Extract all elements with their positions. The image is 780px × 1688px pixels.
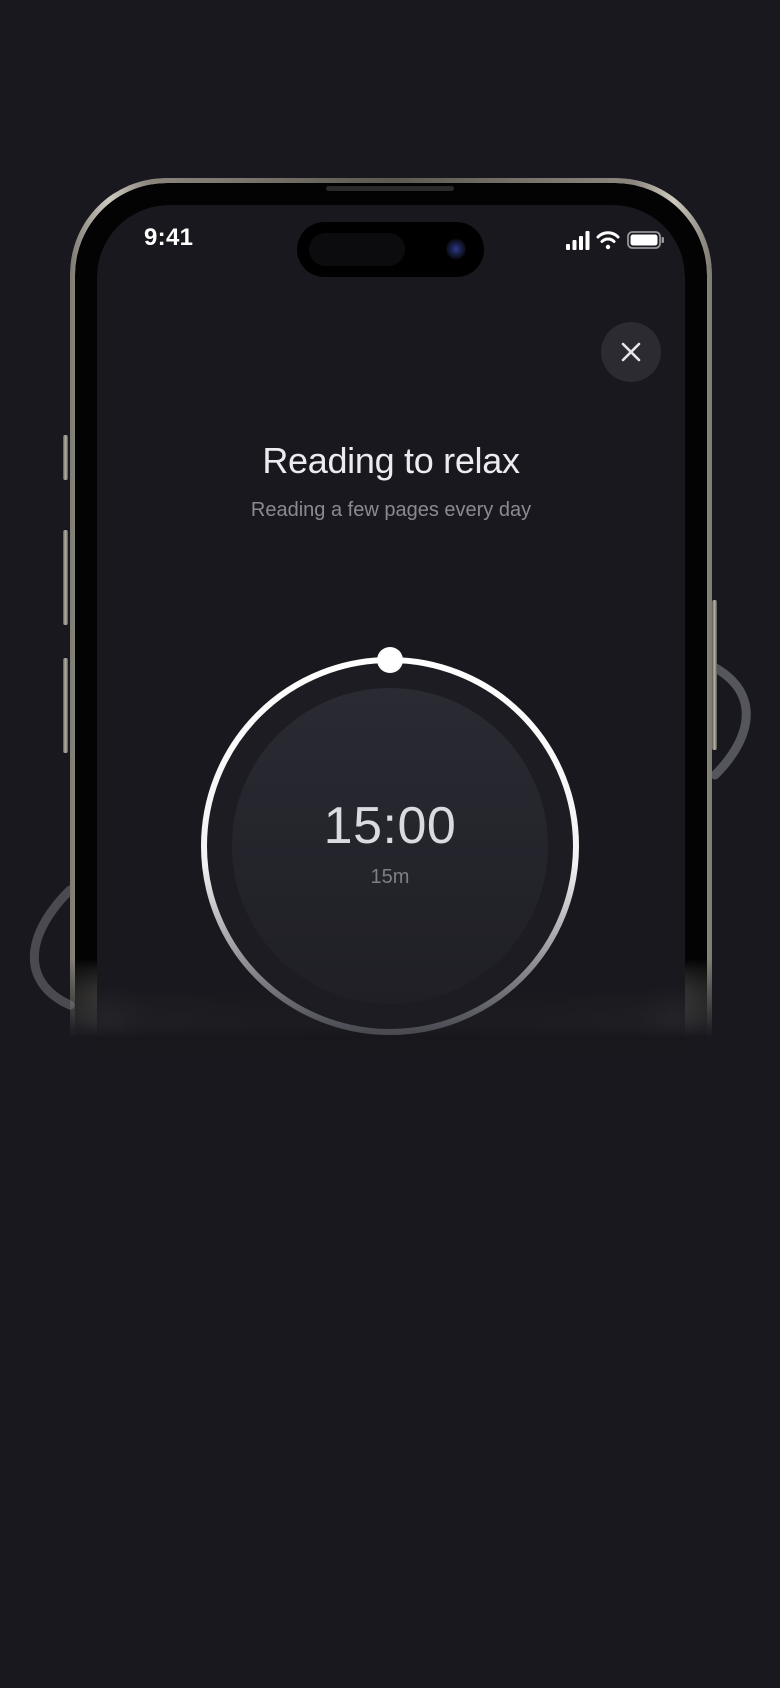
volume-down-button (63, 658, 68, 753)
habit-subtitle: Reading a few pages every day (250, 499, 532, 521)
action-button (63, 435, 68, 480)
timer-duration-label: 15m (370, 866, 410, 888)
front-camera (446, 239, 466, 259)
dynamic-island (297, 222, 484, 277)
power-button (712, 600, 717, 750)
island-sensor (309, 233, 405, 266)
speaker-slot (326, 186, 454, 191)
status-time: 9:41 (144, 224, 194, 251)
timer-value: 15:00 (323, 797, 457, 855)
background: 9:41 Reading to relax Reading a few page… (0, 0, 780, 1688)
signal-icon (566, 231, 590, 250)
habit-title: Reading to relax (262, 440, 520, 481)
close-icon (621, 342, 641, 362)
close-button[interactable] (601, 322, 661, 382)
volume-up-button (63, 530, 68, 625)
wifi-icon (596, 231, 620, 250)
timer-drag-handle[interactable] (377, 647, 403, 673)
battery-icon (627, 231, 664, 249)
status-icons (566, 231, 664, 250)
